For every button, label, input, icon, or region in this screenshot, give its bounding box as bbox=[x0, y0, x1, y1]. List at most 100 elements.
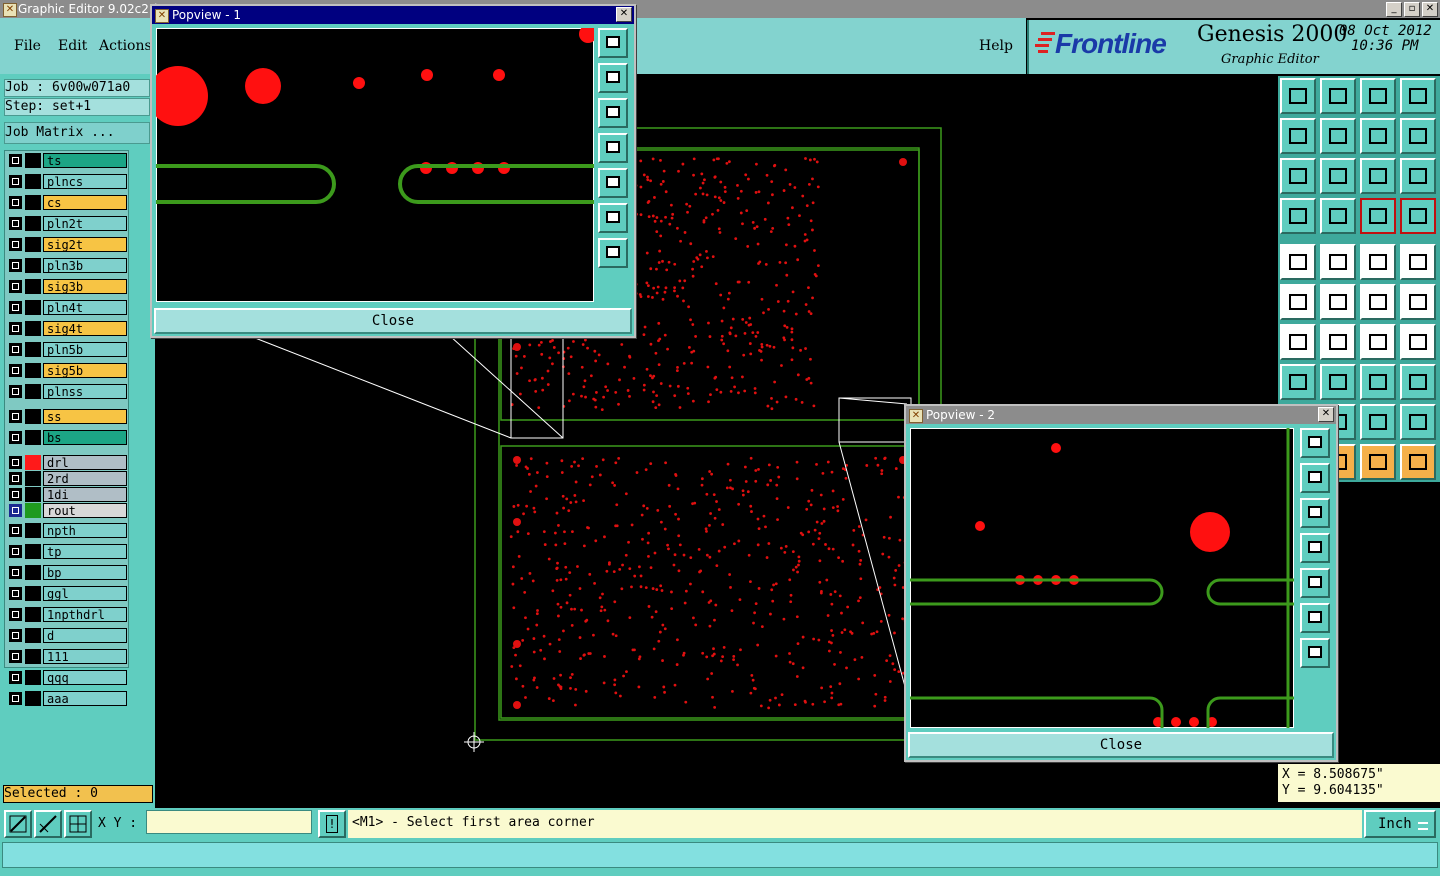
layer-row-sig2t[interactable]: sig2t bbox=[7, 237, 127, 252]
export-icon[interactable] bbox=[1320, 118, 1356, 154]
popview-1-tool-3-icon[interactable] bbox=[598, 98, 628, 128]
layer-row-1npthdrl[interactable]: 1npthdrl bbox=[7, 607, 127, 622]
layer-row-111[interactable]: 111 bbox=[7, 649, 127, 664]
layer-row-1di[interactable]: 1di bbox=[7, 487, 127, 502]
popview-2-tool-5-icon[interactable] bbox=[1300, 568, 1330, 598]
layer-swap-icon[interactable] bbox=[1400, 198, 1436, 234]
flip-icon[interactable] bbox=[1400, 324, 1436, 360]
layer-checkbox[interactable] bbox=[9, 587, 22, 600]
layer-name[interactable]: pln3b bbox=[43, 258, 127, 273]
popview-1-close-x-button[interactable]: ✕ bbox=[616, 7, 632, 22]
zoom-in-tool-icon[interactable] bbox=[4, 810, 32, 838]
layer-row-pln2t[interactable]: pln2t bbox=[7, 216, 127, 231]
node-icon[interactable] bbox=[1280, 284, 1316, 320]
rotate-icon[interactable] bbox=[1360, 324, 1396, 360]
layer-color-icon[interactable] bbox=[1360, 198, 1396, 234]
layer-row-ss[interactable]: ss bbox=[7, 409, 127, 424]
popview-2-tool-6-icon[interactable] bbox=[1300, 603, 1330, 633]
layer-checkbox[interactable] bbox=[9, 650, 22, 663]
layer-row-plncs[interactable]: plncs bbox=[7, 174, 127, 189]
popview-2-tool-3-icon[interactable] bbox=[1300, 498, 1330, 528]
s-icon[interactable] bbox=[1400, 118, 1436, 154]
save-icon[interactable] bbox=[1320, 78, 1356, 114]
layer-name[interactable]: cs bbox=[43, 195, 127, 210]
layer-name[interactable]: bp bbox=[43, 565, 127, 580]
layer-name[interactable]: ss bbox=[43, 409, 127, 424]
grid-tool-icon[interactable] bbox=[64, 810, 92, 838]
layer-checkbox[interactable] bbox=[9, 196, 22, 209]
command-line[interactable] bbox=[2, 842, 1438, 868]
layer-name[interactable]: npth bbox=[43, 523, 127, 538]
popview-1-tool-7-icon[interactable] bbox=[598, 238, 628, 268]
shapes-icon[interactable] bbox=[1400, 364, 1436, 400]
open-job-icon[interactable] bbox=[1280, 78, 1316, 114]
layer-checkbox[interactable] bbox=[9, 545, 22, 558]
layer-name[interactable]: tp bbox=[43, 544, 127, 559]
menu-file[interactable]: File bbox=[14, 38, 41, 54]
layer-checkbox[interactable] bbox=[9, 154, 22, 167]
layer-row-tp[interactable]: tp bbox=[7, 544, 127, 559]
popview-2-canvas[interactable] bbox=[910, 428, 1294, 728]
popview-1-tool-2-icon[interactable] bbox=[598, 63, 628, 93]
undo-icon[interactable] bbox=[1360, 118, 1396, 154]
layer-checkbox[interactable] bbox=[9, 259, 22, 272]
measure-tool-icon[interactable] bbox=[34, 810, 62, 838]
layer-checkbox[interactable] bbox=[9, 301, 22, 314]
layer-name[interactable]: qqq bbox=[43, 670, 127, 685]
menu-actions[interactable]: Actions bbox=[99, 38, 152, 54]
dimension-icon[interactable] bbox=[1360, 364, 1396, 400]
layer-name[interactable]: drl bbox=[43, 455, 127, 470]
cross-icon[interactable] bbox=[1320, 284, 1356, 320]
layer-checkbox[interactable] bbox=[9, 524, 22, 537]
layer-name[interactable]: ggl bbox=[43, 586, 127, 601]
popview-1-tool-4-icon[interactable] bbox=[598, 133, 628, 163]
zoom-fit-icon[interactable] bbox=[1320, 158, 1356, 194]
layer-row-2rd[interactable]: 2rd bbox=[7, 471, 127, 486]
layer-checkbox[interactable] bbox=[9, 566, 22, 579]
xy-input[interactable] bbox=[146, 810, 312, 834]
layer-row-d[interactable]: d bbox=[7, 628, 127, 643]
popview-1-tool-5-icon[interactable] bbox=[598, 168, 628, 198]
layer-row-bp[interactable]: bp bbox=[7, 565, 127, 580]
arrow-a4-icon[interactable] bbox=[1400, 404, 1436, 440]
home-icon[interactable] bbox=[1360, 78, 1396, 114]
layer-checkbox[interactable] bbox=[9, 175, 22, 188]
popview-1-tool-6-icon[interactable] bbox=[598, 203, 628, 233]
layer-row-pln3b[interactable]: pln3b bbox=[7, 258, 127, 273]
menu-help[interactable]: Help bbox=[979, 38, 1013, 54]
layer-row-rout[interactable]: rout bbox=[7, 503, 127, 518]
layer-row-npth[interactable]: npth bbox=[7, 523, 127, 538]
layer-name[interactable]: 1npthdrl bbox=[43, 607, 127, 622]
layer-name[interactable]: sig2t bbox=[43, 237, 127, 252]
layer-row-ggl[interactable]: ggl bbox=[7, 586, 127, 601]
import-icon[interactable] bbox=[1280, 118, 1316, 154]
layer-checkbox[interactable] bbox=[9, 280, 22, 293]
popview-2-tool-7-icon[interactable] bbox=[1300, 638, 1330, 668]
layer-checkbox[interactable] bbox=[9, 456, 22, 469]
layer-row-sig4t[interactable]: sig4t bbox=[7, 321, 127, 336]
layer-row-plnss[interactable]: plnss bbox=[7, 384, 127, 399]
scale-1-2-icon[interactable] bbox=[1360, 158, 1396, 194]
layer-row-qqq[interactable]: qqq bbox=[7, 670, 127, 685]
layer-checkbox[interactable] bbox=[9, 472, 22, 485]
select-pad-icon[interactable] bbox=[1280, 244, 1316, 280]
circle-icon[interactable] bbox=[1400, 244, 1436, 280]
layer-checkbox[interactable] bbox=[9, 364, 22, 377]
layer-name[interactable]: bs bbox=[43, 430, 127, 445]
layer-row-sig3b[interactable]: sig3b bbox=[7, 279, 127, 294]
arc2-icon[interactable] bbox=[1400, 284, 1436, 320]
angle-icon[interactable] bbox=[1280, 324, 1316, 360]
layer-checkbox[interactable] bbox=[9, 322, 22, 335]
snap-icon[interactable] bbox=[1320, 198, 1356, 234]
layer-name[interactable]: rout bbox=[43, 503, 127, 518]
layer-row-bs[interactable]: bs bbox=[7, 430, 127, 445]
settings-tool-icon[interactable] bbox=[1280, 198, 1316, 234]
layer-name[interactable]: plncs bbox=[43, 174, 127, 189]
pointer-c-icon[interactable] bbox=[1400, 444, 1436, 480]
maximize-button[interactable]: ▫ bbox=[1404, 2, 1420, 17]
layer-name[interactable]: sig5b bbox=[43, 363, 127, 378]
layer-checkbox[interactable] bbox=[9, 488, 22, 501]
close-window-button[interactable]: ✕ bbox=[1422, 2, 1438, 17]
layer-checkbox[interactable] bbox=[9, 431, 22, 444]
layer-name[interactable]: aaa bbox=[43, 691, 127, 706]
